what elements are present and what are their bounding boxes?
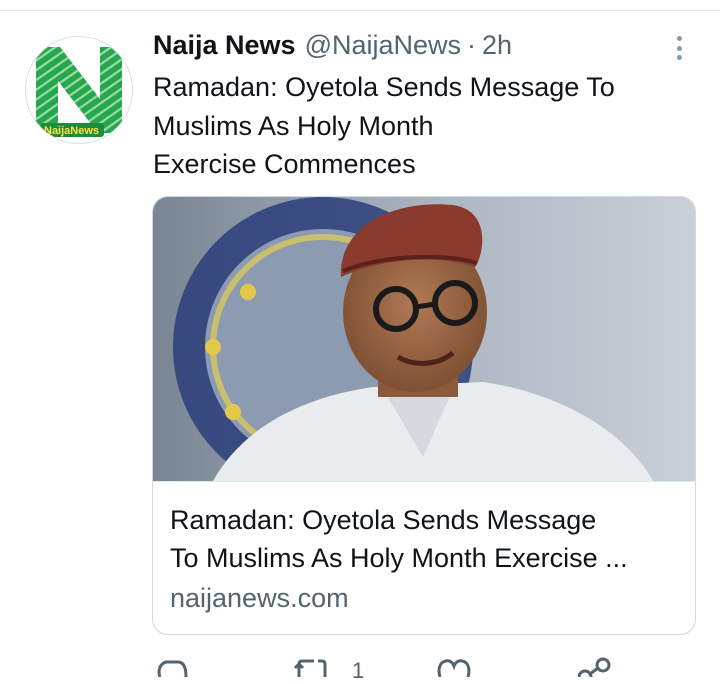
- author-avatar[interactable]: NaijaNews: [25, 36, 133, 144]
- author-handle[interactable]: @NaijaNews: [305, 30, 461, 61]
- naija-news-logo-icon: NaijaNews: [26, 37, 132, 143]
- heart-icon: [437, 659, 471, 677]
- link-preview-card[interactable]: Ramadan: Oyetola Sends Message To Muslim…: [152, 196, 696, 635]
- retweet-count: 1: [352, 658, 365, 683]
- tweet-timestamp[interactable]: 2h: [482, 30, 512, 61]
- tweet-actions: 1: [0, 650, 720, 683]
- tweet-text-line: Muslims As Holy Month: [153, 110, 434, 141]
- avatar-logo-text: NaijaNews: [44, 125, 99, 137]
- tweet-text-line: Ramadan: Oyetola Sends Message To: [153, 72, 615, 102]
- retweet-button[interactable]: 1: [294, 650, 364, 683]
- card-title-line: Ramadan: Oyetola Sends Message: [170, 505, 597, 535]
- retweet-icon: [294, 659, 327, 677]
- tweet-text: Ramadan: Oyetola Sends Message To Muslim…: [153, 68, 683, 184]
- reply-icon: [157, 660, 188, 677]
- share-icon: [578, 657, 611, 677]
- card-domain: naijanews.com: [170, 583, 349, 613]
- card-image: [153, 197, 695, 482]
- like-button[interactable]: [437, 650, 471, 677]
- share-button[interactable]: [578, 650, 612, 677]
- top-divider: [0, 10, 720, 11]
- vertical-dots-icon: [676, 36, 682, 41]
- card-title[interactable]: Ramadan: Oyetola Sends Message To Muslim…: [170, 501, 680, 577]
- reply-button[interactable]: [156, 650, 188, 677]
- author-name[interactable]: Naija News: [153, 30, 296, 61]
- more-options-button[interactable]: [668, 34, 690, 62]
- header-separator: ·: [467, 30, 477, 60]
- card-title-line: To Muslims As Holy Month Exercise ...: [170, 543, 628, 573]
- tweet-header: Naija News @NaijaNews · 2h: [153, 30, 512, 66]
- tweet-text-line: Exercise Commences: [153, 149, 416, 179]
